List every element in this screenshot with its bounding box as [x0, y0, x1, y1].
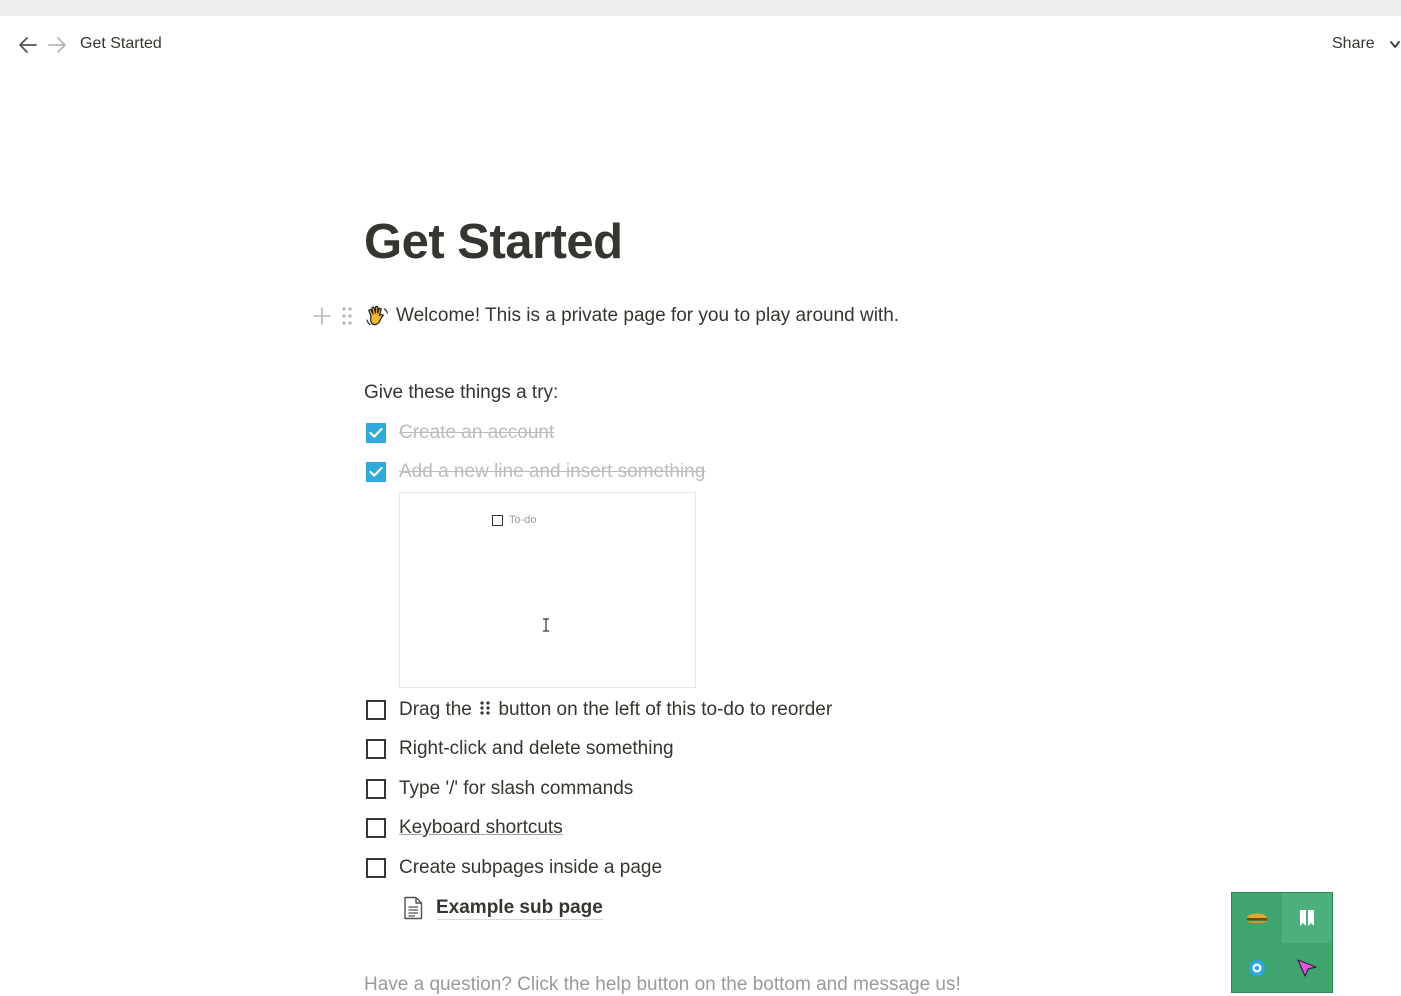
arrow-left-icon — [19, 37, 37, 53]
cursor-arrow-icon — [1297, 959, 1317, 977]
todo-text[interactable]: Type '/' for slash commands — [399, 778, 633, 800]
checkbox-checked[interactable] — [366, 462, 386, 482]
extension-button-cursor[interactable] — [1282, 943, 1332, 993]
window-top-strip — [0, 0, 1401, 16]
try-label[interactable]: Give these things a try: — [364, 382, 558, 404]
share-button[interactable]: Share — [1332, 35, 1375, 53]
page-title[interactable]: Get Started — [364, 214, 623, 270]
todo-item: Create subpages inside a page — [366, 855, 662, 881]
checkmark-icon — [369, 427, 383, 438]
top-bar: Get Started Share — [0, 16, 1401, 74]
todo-item: Type '/' for slash commands — [366, 776, 633, 802]
checkbox[interactable] — [366, 739, 386, 759]
checkmark-icon — [369, 466, 383, 477]
demo-animation-image: To-do — [399, 492, 696, 688]
drag-handle-icon[interactable] — [340, 306, 354, 326]
target-icon — [1249, 960, 1265, 976]
todo-text[interactable]: Right-click and delete something — [399, 738, 674, 760]
drag-handle-icon — [480, 701, 490, 715]
block-handles — [310, 304, 360, 328]
subpage-label: Example sub page — [436, 896, 603, 920]
bookmark-icon — [1300, 910, 1314, 926]
breadcrumb[interactable]: Get Started — [80, 35, 162, 53]
extension-button-target[interactable] — [1232, 943, 1282, 993]
arrow-right-icon — [48, 37, 66, 53]
todo-text-before: Drag the — [399, 699, 472, 720]
todo-text-after: button on the left of this to-do to reor… — [498, 699, 833, 720]
demo-checkbox — [492, 515, 503, 526]
welcome-block[interactable]: Welcome! This is a private page for you … — [364, 303, 899, 329]
checkbox[interactable] — [366, 858, 386, 878]
subpage-link[interactable]: Example sub page — [402, 894, 603, 922]
todo-item: Create an account — [366, 420, 554, 446]
extension-button-burger[interactable] — [1232, 893, 1282, 943]
todo-item: Keyboard shortcuts — [366, 815, 563, 841]
back-button[interactable] — [15, 33, 41, 57]
burger-icon — [1247, 913, 1267, 924]
todo-item: Drag the button on the left of this to-d… — [366, 697, 832, 723]
checkbox[interactable] — [366, 700, 386, 720]
welcome-text: Welcome! This is a private page for you … — [396, 305, 900, 326]
chevron-down-icon[interactable] — [1389, 38, 1401, 50]
page-icon — [404, 896, 423, 920]
todo-item: Add a new line and insert something — [366, 459, 705, 485]
demo-label: To-do — [509, 514, 537, 526]
extension-panel — [1231, 892, 1333, 993]
keyboard-shortcuts-link[interactable]: Keyboard shortcuts — [399, 817, 563, 839]
todo-item: Right-click and delete something — [366, 736, 674, 762]
extension-button-bookmark[interactable] — [1282, 893, 1332, 943]
waving-hand-icon — [366, 305, 388, 326]
todo-text[interactable]: Drag the button on the left of this to-d… — [399, 699, 832, 721]
checkbox-checked[interactable] — [366, 423, 386, 443]
todo-text[interactable]: Add a new line and insert something — [399, 461, 705, 483]
checkbox[interactable] — [366, 779, 386, 799]
todo-text[interactable]: Create an account — [399, 422, 554, 444]
forward-button[interactable] — [44, 33, 70, 57]
todo-text[interactable]: Create subpages inside a page — [399, 857, 662, 879]
checkbox[interactable] — [366, 818, 386, 838]
plus-icon[interactable] — [312, 306, 332, 326]
text-cursor-icon — [543, 618, 549, 632]
